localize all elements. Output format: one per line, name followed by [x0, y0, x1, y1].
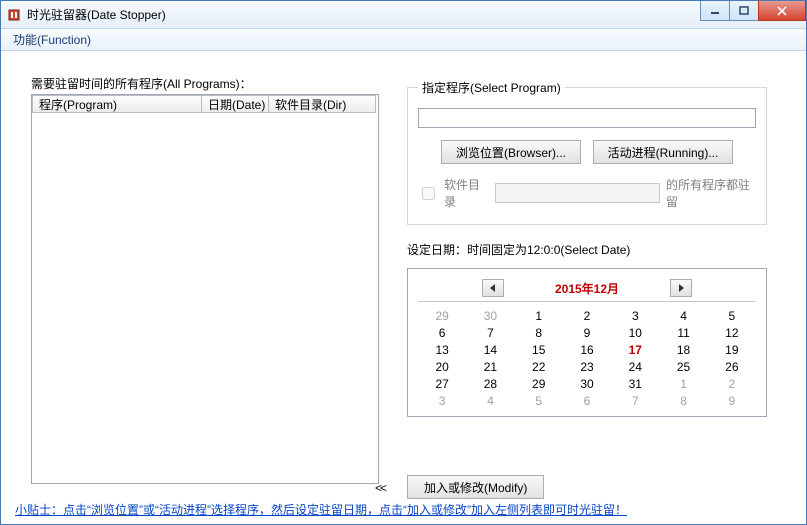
calendar-day[interactable]: 17 [611, 342, 659, 359]
calendar-day[interactable]: 7 [611, 393, 659, 410]
calendar-day[interactable]: 25 [659, 359, 707, 376]
calendar-title: 2015年12月 [512, 280, 662, 297]
dir-input [495, 183, 660, 203]
date-section: 设定日期：时间固定为12:0:0(Select Date) 2015年12月 2… [407, 241, 767, 417]
menubar: 功能(Function) [1, 29, 806, 51]
col-date[interactable]: 日期(Date) [201, 95, 269, 113]
col-dir[interactable]: 软件目录(Dir) [268, 95, 376, 113]
window-title: 时光驻留器(Date Stopper) [27, 6, 166, 23]
triangle-left-icon [489, 284, 497, 292]
calendar-day[interactable]: 1 [659, 376, 707, 393]
calendar-day[interactable]: 15 [515, 342, 563, 359]
calendar-day[interactable]: 30 [466, 308, 514, 325]
calendar: 2015年12月 2930123456789101112131415161718… [407, 268, 767, 417]
calendar-day[interactable]: 16 [563, 342, 611, 359]
col-program[interactable]: 程序(Program) [32, 95, 202, 113]
calendar-day[interactable]: 26 [708, 359, 756, 376]
calendar-day[interactable]: 8 [659, 393, 707, 410]
maximize-button[interactable] [729, 1, 759, 21]
programs-list-body[interactable] [32, 113, 378, 483]
select-program-legend: 指定程序(Select Program) [418, 79, 565, 96]
calendar-day[interactable]: 19 [708, 342, 756, 359]
calendar-day[interactable]: 22 [515, 359, 563, 376]
cal-next-button[interactable] [670, 279, 692, 297]
calendar-day[interactable]: 20 [418, 359, 466, 376]
app-icon [7, 8, 21, 22]
left-panel: 需要驻留时间的所有程序(All Programs)： 程序(Program) 日… [31, 75, 379, 484]
titlebar[interactable]: 时光驻留器(Date Stopper) [1, 1, 806, 29]
calendar-day[interactable]: 10 [611, 325, 659, 342]
cal-prev-button[interactable] [482, 279, 504, 297]
calendar-day[interactable]: 12 [708, 325, 756, 342]
calendar-day[interactable]: 5 [708, 308, 756, 325]
calendar-day[interactable]: 21 [466, 359, 514, 376]
calendar-day[interactable]: 3 [418, 393, 466, 410]
modify-button[interactable]: 加入或修改(Modify) [407, 475, 544, 499]
calendar-day[interactable]: 6 [563, 393, 611, 410]
calendar-day[interactable]: 18 [659, 342, 707, 359]
date-caption: 设定日期：时间固定为12:0:0(Select Date) [407, 241, 767, 258]
tip-link[interactable]: 小贴士：点击“浏览位置”或“活动进程”选择程序，然后设定驻留日期，点击“加入或修… [15, 501, 792, 518]
calendar-day[interactable]: 31 [611, 376, 659, 393]
calendar-day[interactable]: 2 [708, 376, 756, 393]
minimize-button[interactable] [700, 1, 730, 21]
calendar-day[interactable]: 13 [418, 342, 466, 359]
right-panel: 指定程序(Select Program) 浏览位置(Browser)... 活动… [407, 79, 767, 417]
calendar-day[interactable]: 7 [466, 325, 514, 342]
client-area: 需要驻留时间的所有程序(All Programs)： 程序(Program) 日… [1, 51, 806, 524]
calendar-day[interactable]: 4 [466, 393, 514, 410]
running-button[interactable]: 活动进程(Running)... [593, 140, 733, 164]
calendar-day[interactable]: 30 [563, 376, 611, 393]
close-button[interactable] [758, 1, 806, 21]
calendar-day[interactable]: 2 [563, 308, 611, 325]
app-window: 时光驻留器(Date Stopper) 功能(Function) 需要驻留时间的… [0, 0, 807, 525]
transfer-arrow-icon: << [375, 481, 385, 495]
calendar-day[interactable]: 1 [515, 308, 563, 325]
program-path-input[interactable] [418, 108, 756, 128]
triangle-right-icon [677, 284, 685, 292]
calendar-day[interactable]: 23 [563, 359, 611, 376]
browser-button[interactable]: 浏览位置(Browser)... [441, 140, 581, 164]
menu-function[interactable]: 功能(Function) [7, 29, 97, 50]
calendar-day[interactable]: 11 [659, 325, 707, 342]
calendar-day[interactable]: 8 [515, 325, 563, 342]
calendar-day[interactable]: 9 [563, 325, 611, 342]
calendar-day[interactable]: 9 [708, 393, 756, 410]
calendar-day[interactable]: 28 [466, 376, 514, 393]
calendar-day[interactable]: 4 [659, 308, 707, 325]
programs-listview[interactable]: 程序(Program) 日期(Date) 软件目录(Dir) [31, 94, 379, 484]
calendar-day[interactable]: 29 [515, 376, 563, 393]
dir-suffix-label: 的所有程序都驻留 [666, 176, 756, 210]
calendar-day[interactable]: 6 [418, 325, 466, 342]
all-programs-label: 需要驻留时间的所有程序(All Programs)： [31, 75, 379, 92]
programs-list-header: 程序(Program) 日期(Date) 软件目录(Dir) [32, 95, 378, 113]
calendar-day[interactable]: 3 [611, 308, 659, 325]
window-controls [701, 1, 806, 21]
calendar-day[interactable]: 5 [515, 393, 563, 410]
dir-checkbox-label: 软件目录 [444, 176, 489, 210]
calendar-day[interactable]: 24 [611, 359, 659, 376]
select-program-group: 指定程序(Select Program) 浏览位置(Browser)... 活动… [407, 79, 767, 225]
calendar-day[interactable]: 27 [418, 376, 466, 393]
calendar-grid: 2930123456789101112131415161718192021222… [418, 308, 756, 410]
calendar-day[interactable]: 14 [466, 342, 514, 359]
calendar-day[interactable]: 29 [418, 308, 466, 325]
dir-checkbox[interactable] [422, 187, 435, 200]
